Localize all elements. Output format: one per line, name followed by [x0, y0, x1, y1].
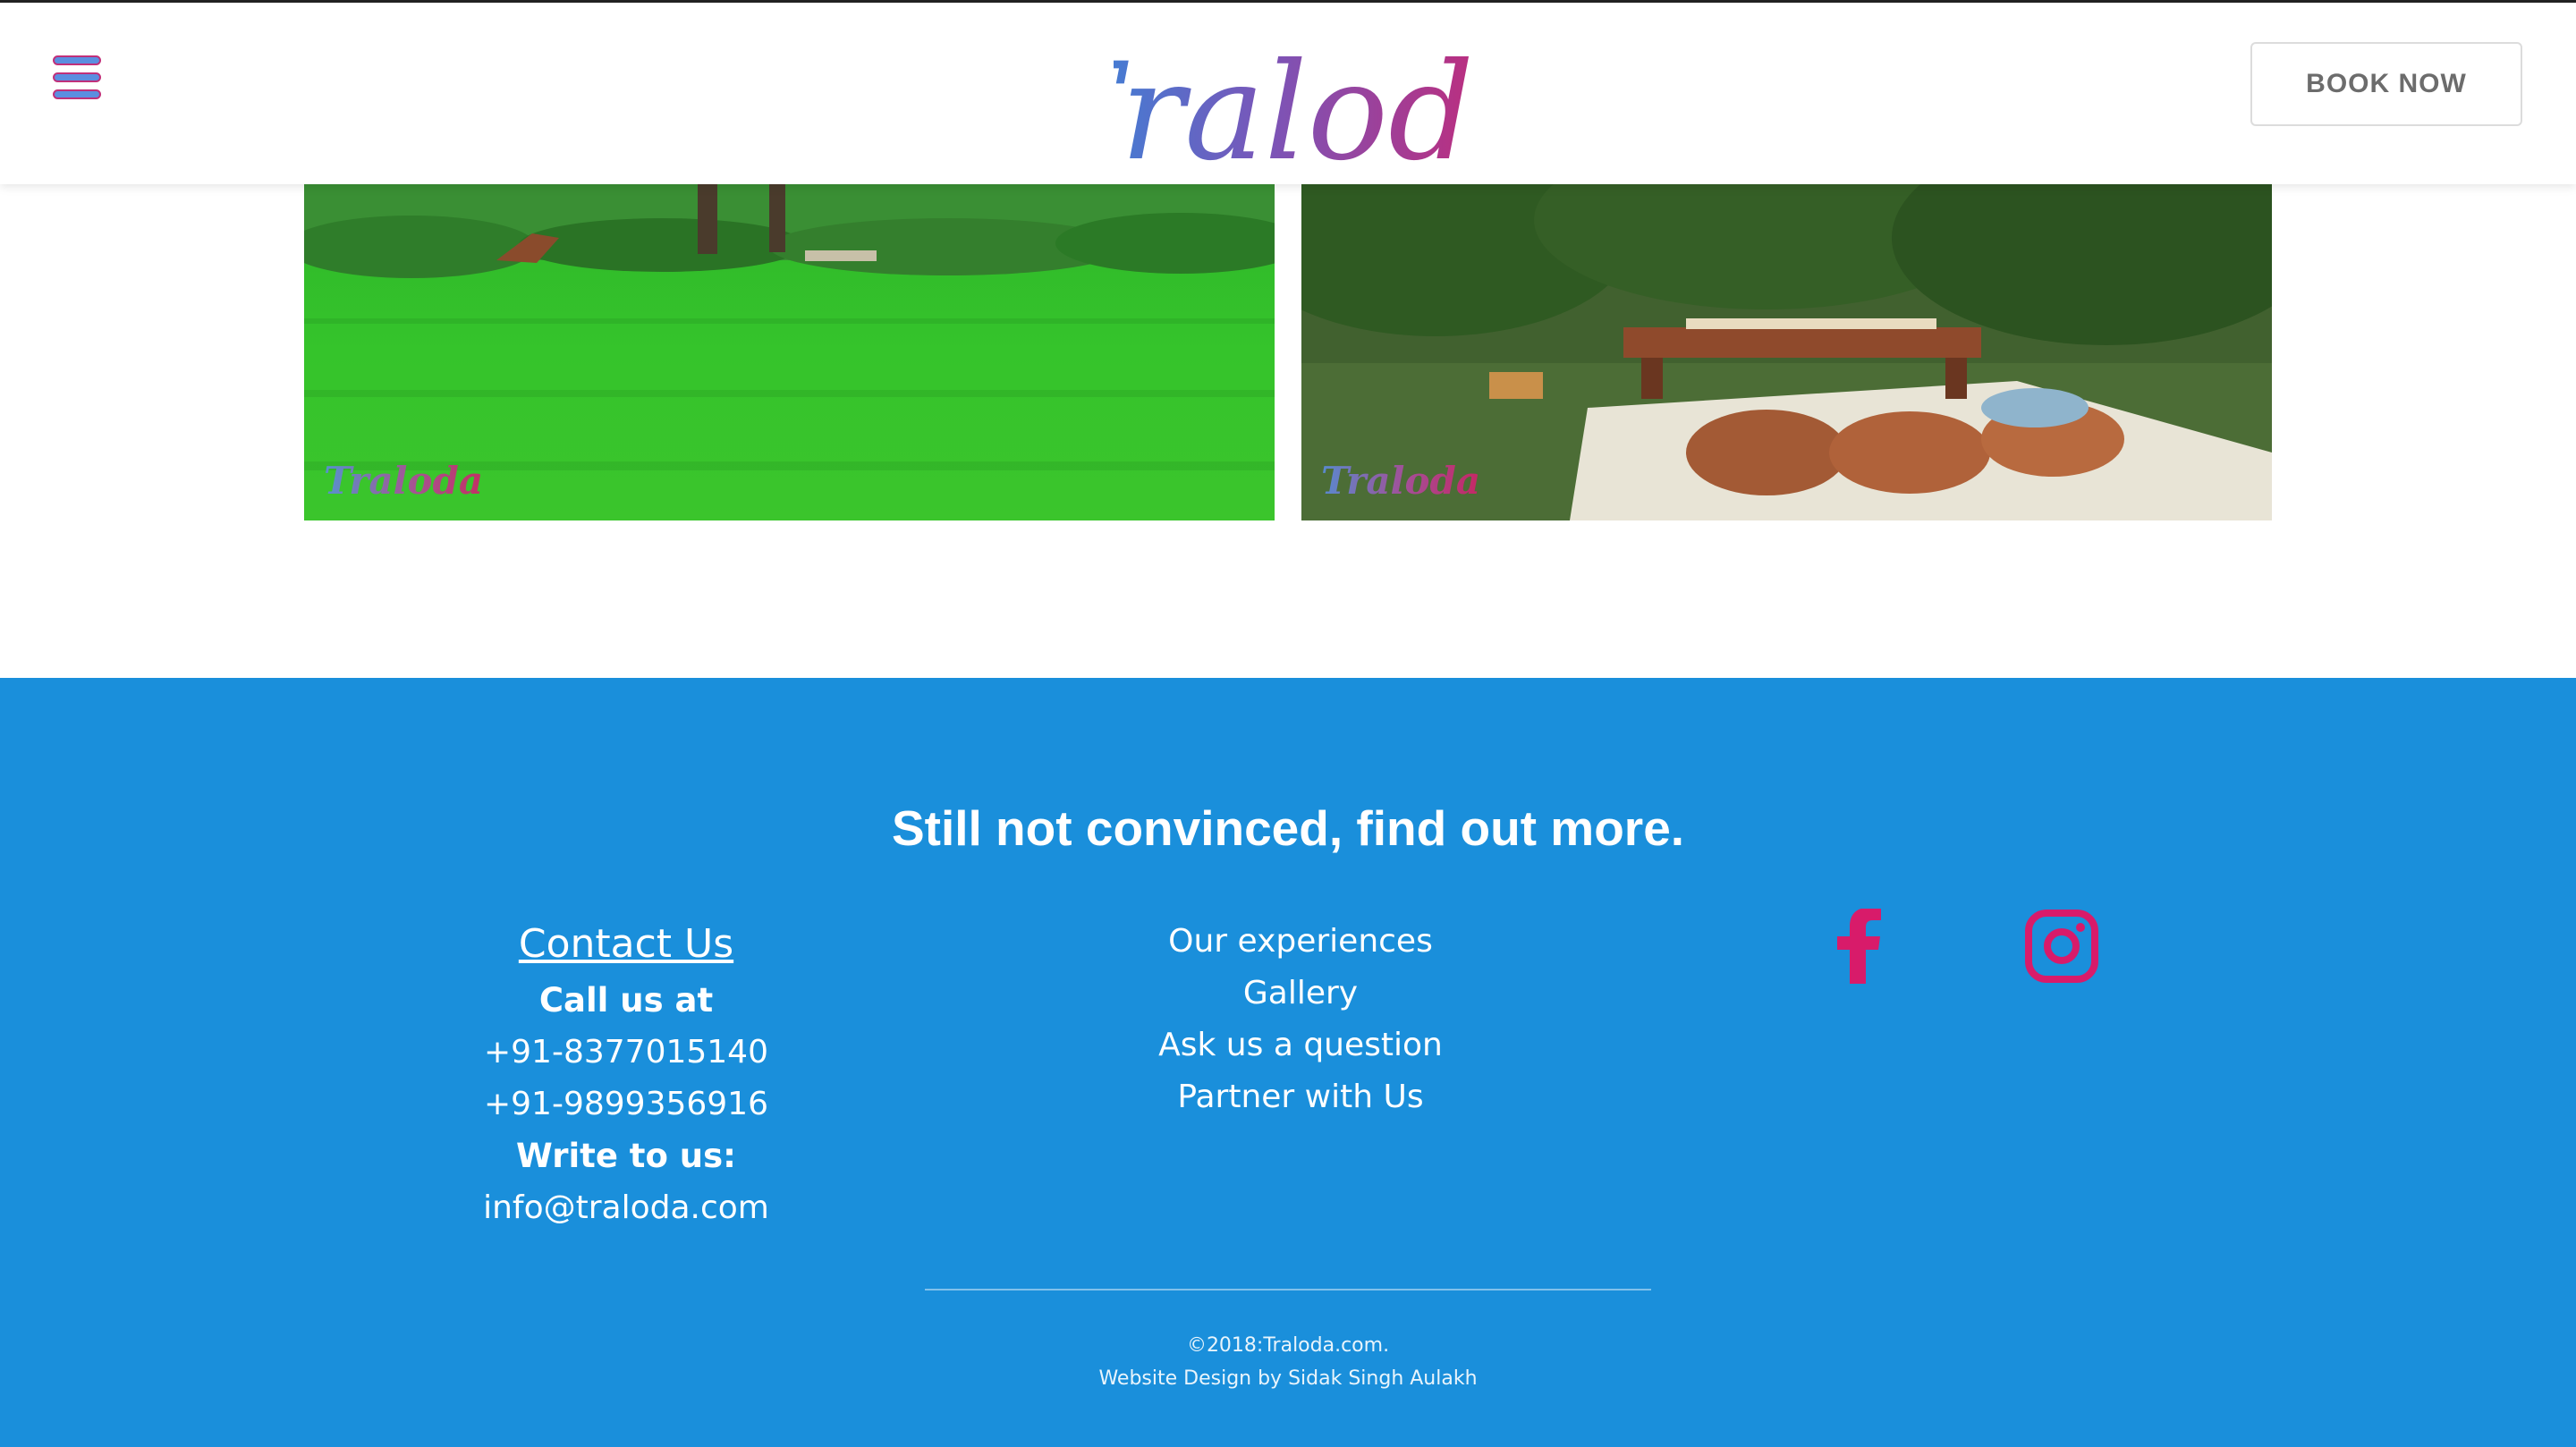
copyright-text: ©2018:Traloda.com. [1186, 1334, 1390, 1357]
traloda-watermark: Traloda [1321, 459, 1481, 503]
gallery-image-picnic[interactable]: Traloda [1301, 184, 2272, 520]
site-header: Traloda BOOK NOW [0, 0, 2576, 190]
site-footer: Still not convinced, find out more. Cont… [0, 678, 2576, 1447]
instagram-icon[interactable] [2024, 909, 2099, 984]
designer-credit: Website Design by Sidak Singh Aulakh [1098, 1367, 1478, 1390]
traloda-watermark: Traloda [324, 459, 484, 503]
contact-us-link[interactable]: Contact Us [402, 918, 850, 971]
link-our-experiences[interactable]: Our experiences [1077, 916, 1524, 968]
logo-text: Traloda [1114, 35, 1471, 176]
contact-block: Contact Us Call us at +91-8377015140 +91… [402, 918, 850, 1234]
gallery-image-lawn[interactable]: Traloda [304, 184, 1275, 520]
hamburger-menu-icon[interactable] [52, 53, 102, 103]
footer-tagline: Still not convinced, find out more. [891, 800, 1685, 856]
phone-number-1[interactable]: +91-8377015140 [402, 1027, 850, 1079]
phone-number-2[interactable]: +91-9899356916 [402, 1079, 850, 1130]
call-label: Call us at [538, 981, 714, 1020]
copyright-block: ©2018:Traloda.com. Website Design by Sid… [0, 1329, 2576, 1395]
footer-divider [925, 1289, 1651, 1290]
facebook-icon[interactable] [1834, 908, 1884, 984]
write-label: Write to us: [516, 1137, 736, 1175]
link-partner[interactable]: Partner with Us [1077, 1071, 1524, 1123]
link-ask-question[interactable]: Ask us a question [1077, 1020, 1524, 1071]
email-link[interactable]: info@traloda.com [402, 1182, 850, 1234]
traloda-logo[interactable]: Traloda [1031, 24, 1555, 190]
book-now-button[interactable]: BOOK NOW [2250, 42, 2522, 126]
footer-links: Our experiences Gallery Ask us a questio… [1077, 916, 1524, 1123]
link-gallery[interactable]: Gallery [1077, 968, 1524, 1020]
